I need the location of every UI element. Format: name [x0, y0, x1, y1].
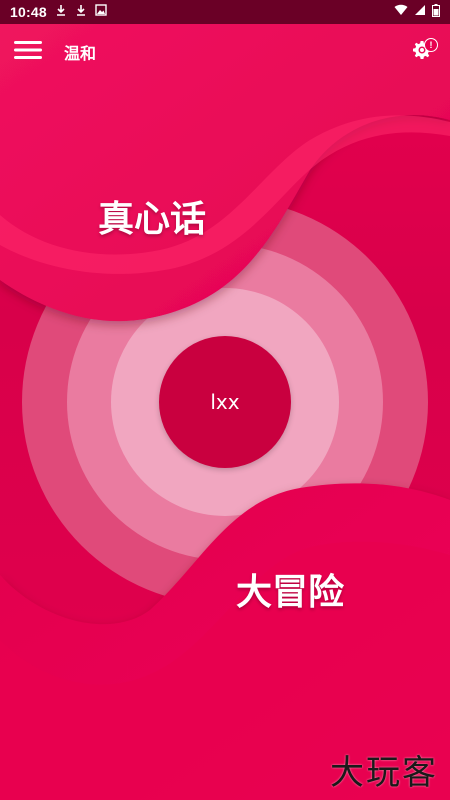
status-time: 10:48 — [10, 4, 47, 20]
app-screen: 10:48 温和 ! 真心话 lxx 大冒险 大玩客 — [0, 0, 450, 800]
battery-icon — [432, 3, 440, 21]
app-bar: 温和 ! — [0, 24, 450, 80]
watermark: 大玩客 — [330, 753, 438, 793]
image-icon — [95, 4, 107, 20]
download-icon — [55, 4, 67, 20]
wifi-icon — [394, 4, 408, 20]
settings-badge: ! — [424, 38, 438, 52]
signal-icon — [414, 4, 426, 20]
page-title: 温和 — [64, 44, 97, 63]
status-bar: 10:48 — [0, 0, 450, 24]
truth-button[interactable]: 真心话 — [98, 190, 206, 242]
menu-icon — [14, 39, 42, 65]
center-player-button[interactable]: lxx — [159, 336, 291, 468]
download-icon — [75, 4, 87, 20]
dare-button[interactable]: 大冒险 — [236, 563, 344, 615]
settings-button[interactable]: ! — [406, 36, 438, 68]
menu-button[interactable] — [12, 36, 44, 68]
